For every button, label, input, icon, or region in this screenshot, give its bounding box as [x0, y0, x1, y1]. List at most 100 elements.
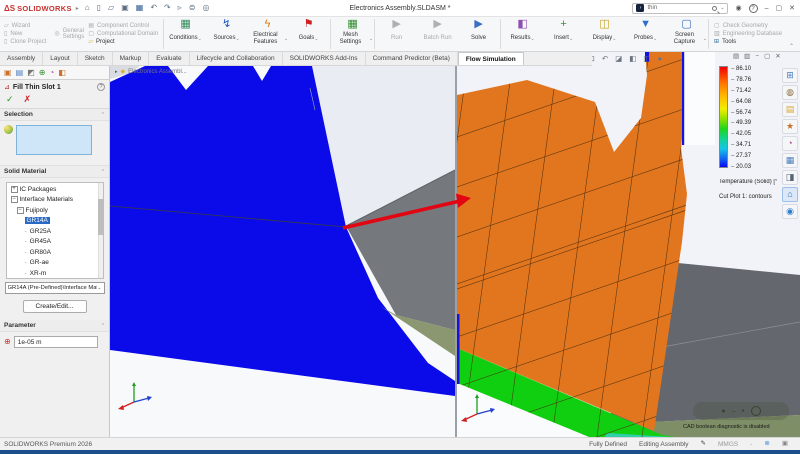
electrical-features-button[interactable]: ϟElectrical Features	[247, 17, 288, 51]
units-selector[interactable]: MMGS	[718, 441, 738, 448]
new-project-button[interactable]: ▯New	[4, 31, 46, 37]
insert-button[interactable]: +Insert	[543, 17, 584, 51]
select-icon[interactable]: ▹	[178, 4, 182, 12]
tree-item-gr45a[interactable]: GR45A	[9, 237, 103, 248]
panel-help-icon[interactable]: ?	[97, 83, 105, 91]
appearances-button[interactable]: ◔	[782, 136, 798, 151]
file-explorer-button[interactable]: ▤	[782, 102, 798, 117]
tab-assembly[interactable]: Assembly	[0, 52, 43, 65]
save-icon[interactable]: ▣	[121, 4, 129, 12]
flow-analysis-tab-icon[interactable]: ▣	[4, 69, 12, 77]
open-document-icon[interactable]: ▱	[108, 4, 114, 12]
expander-icon[interactable]: −	[11, 196, 18, 203]
search-input[interactable]: › thin ⌄	[632, 3, 728, 14]
3dexperience-button[interactable]: ◉	[782, 204, 798, 219]
feature-tab-icon[interactable]: ▤	[16, 69, 24, 77]
tree-item-laminates[interactable]: +Laminates	[9, 279, 103, 280]
scrollbar-thumb[interactable]	[98, 199, 103, 235]
tree-item-interface-materials[interactable]: −Interface Materials	[9, 195, 103, 206]
print-icon[interactable]: ▦	[136, 4, 144, 12]
display-tab-icon[interactable]: ◩	[27, 69, 35, 77]
motion-tab-icon[interactable]: ⊕	[39, 69, 46, 77]
tab-sketch[interactable]: Sketch	[78, 52, 113, 65]
create-edit-button[interactable]: Create/Edit...	[23, 300, 87, 313]
tree-item-xr-m[interactable]: XR-m	[9, 268, 103, 279]
undo-icon[interactable]: ↶	[150, 4, 157, 12]
redo-icon[interactable]: ↷	[164, 4, 171, 12]
tab-flow-simulation[interactable]: Flow Simulation	[458, 52, 524, 65]
search-value[interactable]: thin	[647, 5, 709, 11]
left-viewport[interactable]: ▸ ◆ Electronics Assembl...	[110, 66, 455, 437]
preview-button[interactable]: ◨	[782, 170, 798, 185]
goals-button[interactable]: ⚑Goals	[288, 17, 329, 51]
diagnostic-node-icon[interactable]: ●	[721, 408, 725, 415]
home-icon[interactable]: ⌂	[85, 4, 90, 12]
material-combobox[interactable]: GR14A (Pre-Defined)\Interface Materi ⌄	[5, 282, 105, 294]
project-button[interactable]: ▱Project	[88, 39, 158, 45]
tab-solidworks-add-ins[interactable]: SOLIDWORKS Add-Ins	[283, 52, 366, 65]
view-palette-button[interactable]: ★	[782, 119, 798, 134]
cancel-button[interactable]: ✗	[24, 94, 32, 105]
minimize-window-icon[interactable]: –	[765, 5, 769, 12]
wizard-button[interactable]: ▱Wizard	[4, 23, 46, 29]
custom-properties-button[interactable]: ▦	[782, 153, 798, 168]
run-button[interactable]: ▶Run	[376, 17, 417, 51]
tab-layout[interactable]: Layout	[43, 52, 78, 65]
general-settings-button[interactable]: ◎General Settings	[54, 28, 80, 40]
tree-item-fujipoly[interactable]: −Fujipoly	[9, 205, 103, 216]
config-tab-icon[interactable]: ◧	[58, 69, 66, 77]
mesh-settings-button[interactable]: ▦Mesh Settings	[332, 17, 373, 51]
options-icon[interactable]: ◎	[202, 4, 209, 12]
conditions-button[interactable]: ▦Conditions	[165, 17, 206, 51]
sources-button[interactable]: ↯Sources	[206, 17, 247, 51]
tab-command-predictor[interactable]: Command Predictor (Beta)	[366, 52, 458, 65]
probes-button[interactable]: ▼Probes	[625, 17, 666, 51]
home-button[interactable]: ⌂	[782, 187, 798, 202]
tab-evaluate[interactable]: Evaluate	[149, 52, 189, 65]
expander-icon[interactable]: +	[11, 186, 18, 193]
design-library-button[interactable]: ◍	[782, 85, 798, 100]
tab-lifecycle-and-collaboration[interactable]: Lifecycle and Collaboration	[190, 52, 283, 65]
slot-width-input[interactable]: 1e-05 m	[14, 336, 98, 348]
tree-item-ic-packages[interactable]: +IC Packages	[9, 184, 103, 195]
tree-item-gr80a[interactable]: GR80A	[9, 247, 103, 258]
breadcrumb[interactable]: ▸ ◆ Electronics Assembl...	[115, 68, 187, 75]
screen-capture-button[interactable]: ▢Screen Capture	[666, 17, 707, 51]
component-control-button[interactable]: ▤Component Control	[88, 23, 158, 29]
tree-item-gr14a[interactable]: GR14A	[9, 216, 103, 227]
user-account-icon[interactable]: ◉	[735, 4, 741, 12]
solve-button[interactable]: ▶Solve	[458, 17, 499, 51]
legend-color-bar[interactable]	[719, 66, 728, 168]
diagnostic-help-icon[interactable]	[751, 406, 761, 416]
tag-icon[interactable]: ⊚	[764, 441, 769, 448]
restore-window-icon[interactable]: ▢	[776, 4, 783, 12]
solid-material-section-header[interactable]: Solid Material⌃	[0, 166, 109, 178]
help-icon[interactable]: ?	[749, 4, 758, 13]
tree-item-gr-ae[interactable]: GR-ae	[9, 258, 103, 269]
breadcrumb-caret-icon[interactable]: ▸	[115, 69, 118, 75]
ribbon-collapse-chevron-icon[interactable]: ⌃	[789, 43, 794, 50]
display-button[interactable]: ◫Display	[584, 17, 625, 51]
quick-tips-icon[interactable]: ▣	[782, 441, 788, 448]
selection-section-header[interactable]: Selection⌃	[0, 109, 109, 121]
tree-item-gr25a[interactable]: GR25A	[9, 226, 103, 237]
close-window-icon[interactable]: ✕	[789, 4, 795, 12]
diagnostic-dot-icon[interactable]: ●	[742, 409, 745, 414]
rebuild-icon[interactable]: ⊜	[189, 4, 196, 12]
solidworks-resources-button[interactable]: ⊞	[782, 68, 798, 83]
expander-icon[interactable]: −	[17, 207, 24, 214]
right-viewport[interactable]: ⟳ ⊙ ⊡ ↶ ◪ ◧ ◫ ● ▤ ▥ − ▢ ✕ 86.10 78.76 71…	[457, 52, 800, 437]
search-dropdown-caret-icon[interactable]: ⌄	[720, 5, 724, 11]
logo-flyout-caret-icon[interactable]: ▸	[76, 5, 79, 12]
material-tree[interactable]: +IC Packages −Interface Materials −Fujip…	[6, 182, 104, 279]
ok-button[interactable]: ✓	[6, 94, 14, 105]
new-document-icon[interactable]: ▯	[97, 4, 101, 12]
results-button[interactable]: ◧Results	[502, 17, 543, 51]
computational-domain-button[interactable]: ▢Computational Domain	[88, 31, 158, 37]
search-icon[interactable]	[712, 6, 717, 11]
engineering-database-button[interactable]: ▥Engineering Database	[714, 31, 782, 37]
search-scope-icon[interactable]: ›	[636, 4, 644, 12]
selection-listbox[interactable]	[16, 125, 92, 155]
parameter-section-header[interactable]: Parameter⌃	[0, 320, 109, 332]
clone-project-button[interactable]: ▯Clone Project	[4, 39, 46, 45]
